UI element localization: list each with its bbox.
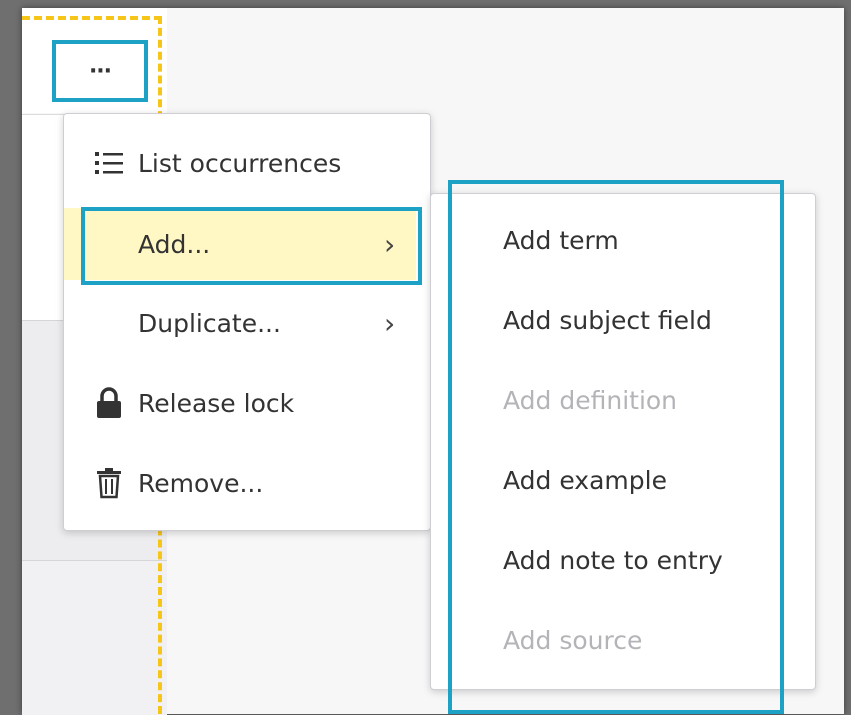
- submenu-item-add-source: Add source: [503, 626, 643, 655]
- context-menu: List occurrences Add... › Duplicate... ›…: [63, 113, 431, 531]
- add-submenu: [430, 193, 816, 690]
- menu-item-label: Release lock: [138, 388, 295, 418]
- list-icon: [92, 146, 126, 180]
- chevron-right-icon: ›: [384, 227, 396, 261]
- submenu-item-add-example[interactable]: Add example: [503, 466, 667, 495]
- trash-icon: [92, 466, 126, 500]
- menu-item-list-occurrences[interactable]: List occurrences: [64, 138, 430, 188]
- menu-item-label: List occurrences: [138, 148, 342, 178]
- more-options-button[interactable]: ···: [52, 40, 148, 102]
- menu-item-label: Remove...: [138, 468, 264, 498]
- menu-item-label: Duplicate...: [138, 308, 281, 338]
- menu-item-duplicate[interactable]: Duplicate... ›: [64, 298, 430, 348]
- lock-icon: [92, 386, 126, 420]
- submenu-item-add-note-to-entry[interactable]: Add note to entry: [503, 546, 723, 575]
- submenu-item-add-term[interactable]: Add term: [503, 226, 619, 255]
- menu-item-add[interactable]: Add... ›: [64, 208, 416, 280]
- submenu-item-add-definition: Add definition: [503, 386, 678, 415]
- menu-item-release-lock[interactable]: Release lock: [64, 378, 430, 428]
- menu-item-remove[interactable]: Remove...: [64, 458, 430, 508]
- submenu-item-add-subject-field[interactable]: Add subject field: [503, 306, 712, 335]
- menu-item-label: Add...: [138, 229, 211, 259]
- chevron-right-icon: ›: [384, 306, 396, 340]
